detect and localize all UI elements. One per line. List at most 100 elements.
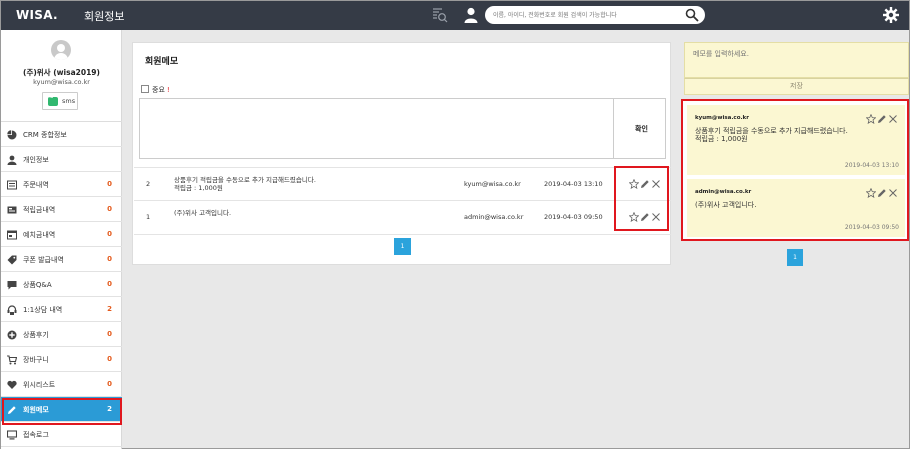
memo-textarea[interactable] xyxy=(140,99,614,158)
sidebar-item-9[interactable]: 장바구니 0 xyxy=(1,347,122,372)
note-card: admin@wisa.co.kr (주)위사 고객입니다. 2019-04-03 0… xyxy=(687,179,905,237)
important-label: 중요 xyxy=(152,86,165,94)
note-author: admin@wisa.co.kr xyxy=(695,189,752,195)
important-checkbox[interactable]: 중요! xyxy=(141,85,170,95)
sidebar-item-label: 1:1상담 내역 xyxy=(23,306,63,314)
memo-panel: 회원메모 중요! 확인 2 상품후기 적립금을 수동으로 추가 지급해드렸습니다.… xyxy=(132,42,671,265)
sidebar-item-count: 0 xyxy=(107,355,112,363)
sidebar-item-5[interactable]: 쿠폰 발급내역 0 xyxy=(1,247,122,272)
delete-icon[interactable] xyxy=(888,114,898,124)
required-mark: ! xyxy=(166,86,170,94)
delete-icon[interactable] xyxy=(888,188,898,198)
sidebar-item-2[interactable]: 주문내역 0 xyxy=(1,172,122,197)
sidebar-item-7[interactable]: 1:1상담 내역 2 xyxy=(1,297,122,322)
star-icon[interactable] xyxy=(865,113,877,125)
checkbox-box[interactable] xyxy=(141,85,149,93)
chat-bubble-icon xyxy=(7,280,17,290)
notes-list: kyum@wisa.co.kr 상품후기 적립금을 수동으로 추가 지급해드렸습니… xyxy=(681,99,909,241)
note-content: (주)위사 고객입니다. xyxy=(695,201,757,209)
order-list-icon xyxy=(7,180,17,190)
gear-icon[interactable] xyxy=(883,7,899,23)
sidebar-item-6[interactable]: 상품Q&A 0 xyxy=(1,272,122,297)
edit-icon[interactable] xyxy=(640,179,650,189)
sms-button[interactable]: sms xyxy=(42,92,78,110)
profile-email: kyum@wisa.co.kr xyxy=(33,78,90,86)
sidebar-item-10[interactable]: 위시리스트 0 xyxy=(1,372,122,397)
sidebar-item-count: 0 xyxy=(107,380,112,388)
sidebar-item-label: 주문내역 xyxy=(23,181,49,189)
sidebar-item-label: 장바구니 xyxy=(23,356,49,364)
sms-icon xyxy=(48,94,58,106)
sidebar-item-count: 0 xyxy=(107,205,112,213)
sidebar-item-3[interactable]: 적립금내역 0 xyxy=(1,197,122,222)
member-search xyxy=(485,6,705,24)
note-content: 상품후기 적립금을 수동으로 추가 지급해드렸습니다. 적립금 : 1,000원 xyxy=(695,127,848,143)
sidebar-item-12[interactable]: 접속로그 xyxy=(1,422,122,447)
sidebar-item-4[interactable]: 예치금내역 0 xyxy=(1,222,122,247)
row-date: 2019-04-03 13:10 xyxy=(544,180,603,188)
sidebar-item-11[interactable]: 회원메모 2 xyxy=(1,397,122,422)
profile-name: (주)위사 (wisa2019) xyxy=(23,68,100,77)
table-row: 2 상품후기 적립금을 수동으로 추가 지급해드렸습니다. 적립금 : 1,000… xyxy=(134,167,671,201)
search-list-icon[interactable] xyxy=(432,7,448,23)
sidebar-item-8[interactable]: 상품후기 0 xyxy=(1,322,122,347)
sidebar-item-count: 0 xyxy=(107,255,112,263)
note-card: kyum@wisa.co.kr 상품후기 적립금을 수동으로 추가 지급해드렸습니… xyxy=(687,105,905,175)
sidebar-item-count: 2 xyxy=(107,305,112,313)
coupon-tag-icon xyxy=(7,255,17,265)
edit-icon[interactable] xyxy=(640,212,650,222)
note-author: kyum@wisa.co.kr xyxy=(695,115,749,121)
sidebar-item-label: CRM 종합정보 xyxy=(23,131,67,139)
sidebar-item-label: 적립금내역 xyxy=(23,206,56,214)
cart-icon xyxy=(7,355,18,365)
deposit-icon xyxy=(7,230,17,240)
sidebar-item-label: 예치금내역 xyxy=(23,231,56,239)
star-icon[interactable] xyxy=(865,187,877,199)
page-title: 회원정보 xyxy=(84,10,125,23)
notes-pagination-page[interactable]: 1 xyxy=(787,249,803,266)
memo-input-area: 확인 xyxy=(139,98,666,159)
member-search-input[interactable] xyxy=(493,8,683,22)
sidebar: (주)위사 (wisa2019) kyum@wisa.co.kr sms CRM… xyxy=(1,30,122,449)
sms-label: sms xyxy=(62,97,76,105)
monitor-icon xyxy=(6,430,18,440)
table-row: 1 (주)위사 고객입니다. admin@wisa.co.kr 2019-04-03 … xyxy=(134,201,671,235)
note-textarea[interactable] xyxy=(685,43,908,77)
edit-icon[interactable] xyxy=(877,188,887,198)
delete-icon[interactable] xyxy=(651,212,661,222)
memo-pagination-page[interactable]: 1 xyxy=(394,238,411,255)
sidebar-item-0[interactable]: CRM 종합정보 xyxy=(1,122,122,147)
edit-icon[interactable] xyxy=(877,114,887,124)
save-button[interactable]: 저장 xyxy=(684,78,909,95)
person-icon xyxy=(7,155,17,165)
star-icon[interactable] xyxy=(628,211,640,223)
sidebar-item-label: 회원메모 xyxy=(23,406,49,414)
search-icon[interactable] xyxy=(685,8,699,22)
sidebar-item-count: 0 xyxy=(107,230,112,238)
sidebar-item-label: 쿠폰 발급내역 xyxy=(23,256,64,264)
row-content: 상품후기 적립금을 수동으로 추가 지급해드렸습니다. 적립금 : 1,000원 xyxy=(174,176,316,192)
pie-chart-icon xyxy=(7,130,17,140)
confirm-header[interactable]: 확인 xyxy=(616,124,667,134)
points-icon xyxy=(7,205,17,215)
profile-card: (주)위사 (wisa2019) kyum@wisa.co.kr sms xyxy=(1,30,122,122)
sidebar-item-label: 상품후기 xyxy=(23,331,49,339)
row-author: admin@wisa.co.kr xyxy=(464,213,524,221)
note-date: 2019-04-03 13:10 xyxy=(844,162,899,169)
sidebar-item-count: 2 xyxy=(107,405,112,413)
plus-circle-icon xyxy=(7,330,17,340)
top-bar: WISA. 회원정보 xyxy=(1,1,909,30)
sidebar-item-count: 0 xyxy=(107,280,112,288)
star-icon[interactable] xyxy=(628,178,640,190)
brand-logo: WISA. xyxy=(16,8,58,22)
pencil-icon xyxy=(7,405,17,415)
row-date: 2019-04-03 09:50 xyxy=(544,213,603,221)
sidebar-item-count: 0 xyxy=(107,180,112,188)
heart-icon xyxy=(7,380,17,390)
sidebar-item-1[interactable]: 개인정보 xyxy=(1,147,122,172)
delete-icon[interactable] xyxy=(651,179,661,189)
sidebar-item-count: 0 xyxy=(107,330,112,338)
headset-icon xyxy=(7,305,17,315)
user-icon xyxy=(464,7,478,23)
sidebar-item-label: 상품Q&A xyxy=(23,281,52,289)
